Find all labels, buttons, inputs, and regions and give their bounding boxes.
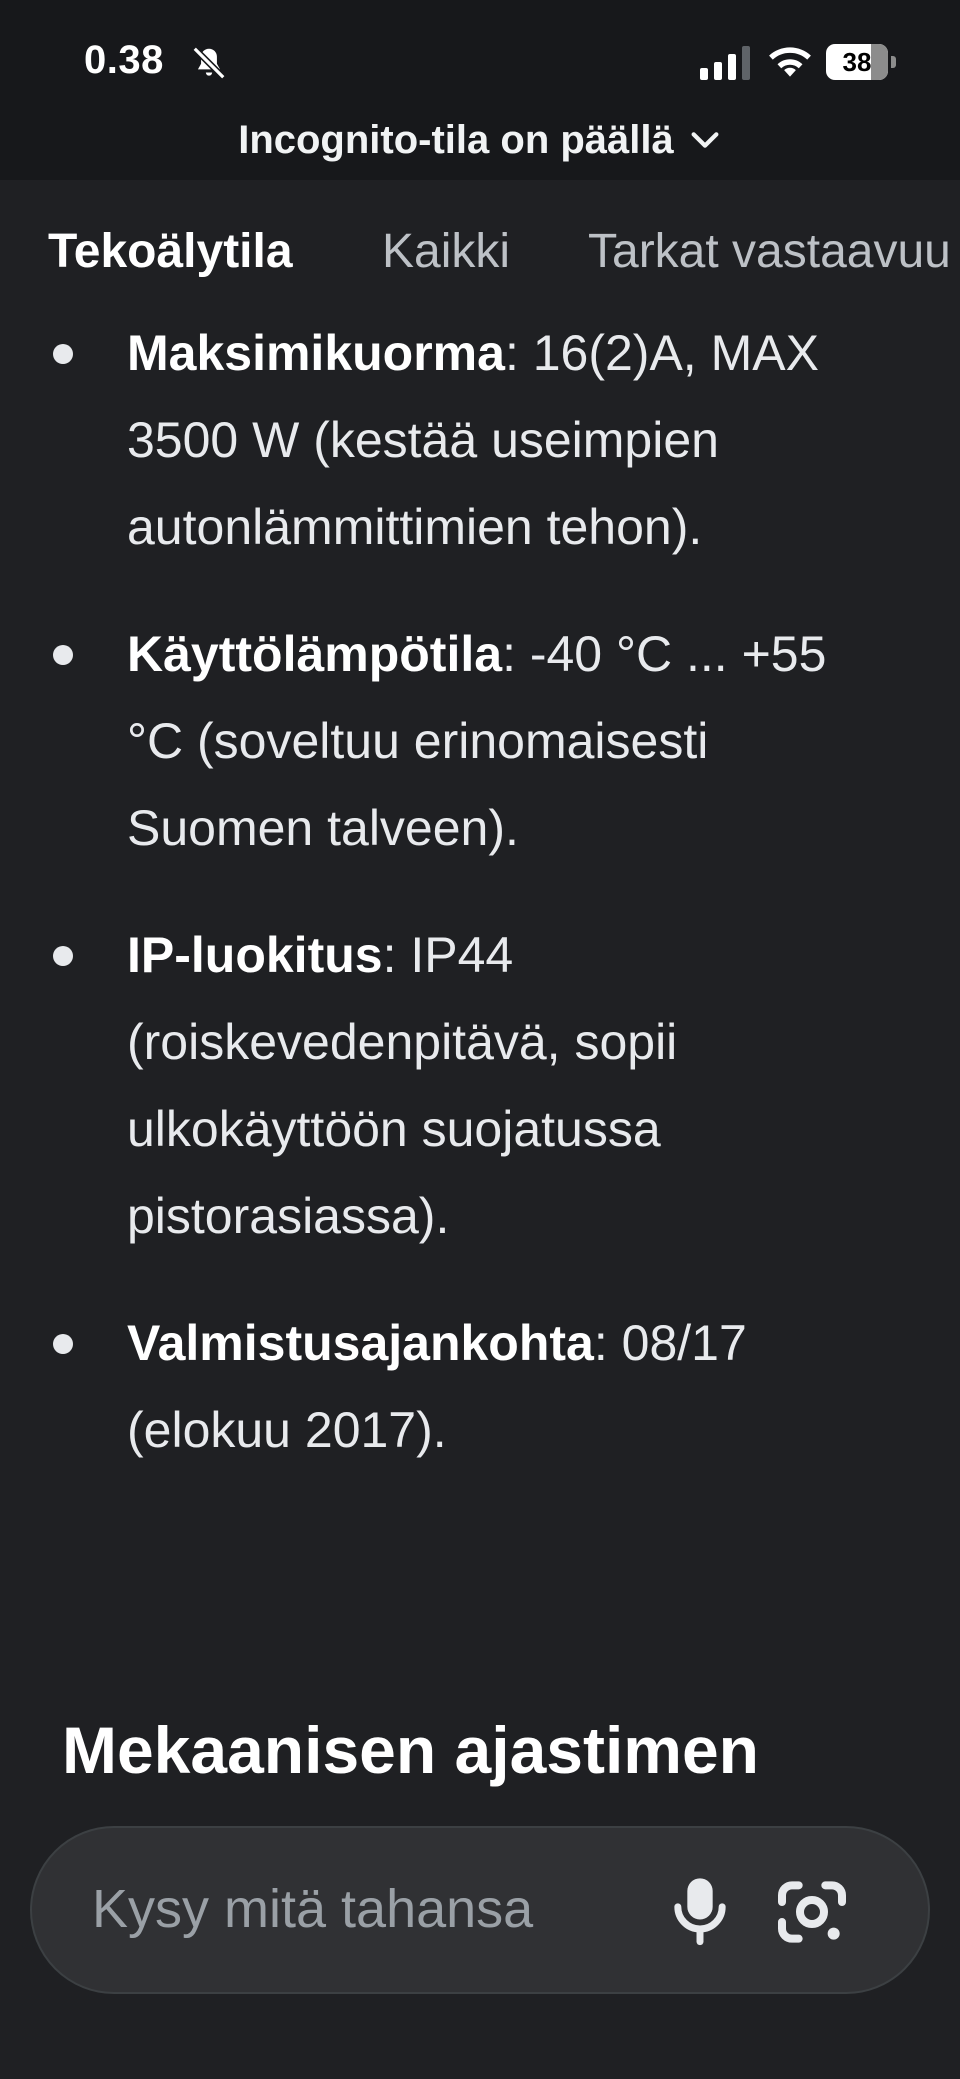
ask-anything-input[interactable]: Kysy mitä tahansa	[30, 1826, 930, 1994]
search-placeholder: Kysy mitä tahansa	[92, 1879, 534, 1939]
wifi-icon	[769, 47, 811, 77]
status-time: 0.38	[84, 38, 164, 82]
list-item-ip-rating: IP-luokitus: IP44 (roiskevedenpitävä, so…	[53, 912, 867, 1260]
chevron-down-icon	[691, 132, 719, 148]
list-item-max-load: Maksimikuorma: 16(2)A, MAX 3500 W (kestä…	[53, 310, 867, 571]
list-item-term: Käyttölämpötila	[127, 626, 503, 682]
signal-icon	[700, 46, 750, 80]
section-heading: Mekaanisen ajastimen	[62, 1713, 759, 1787]
list-item-operating-temp: Käyttölämpötila: -40 °C ... +55 °C (sove…	[53, 611, 867, 872]
bell-off-icon	[192, 46, 226, 80]
list-item-term: Maksimikuorma	[127, 325, 505, 381]
incognito-label: Incognito-tila on päällä	[238, 118, 674, 162]
search-mode-tabs: Tekoälytila Kaikki Tarkat vastaavuu	[0, 200, 960, 310]
tab-exact-matches[interactable]: Tarkat vastaavuu	[588, 224, 951, 279]
list-item-term: IP-luokitus	[127, 927, 383, 983]
tab-ai-mode[interactable]: Tekoälytila	[48, 224, 293, 279]
tab-all[interactable]: Kaikki	[382, 224, 510, 279]
top-bar: 0.38 38 Incognito-tila on päällä	[0, 0, 960, 180]
battery-level: 38	[842, 47, 872, 77]
list-item-manufacture-date: Valmistusajankohta: 08/17 (elokuu 2017).	[53, 1300, 867, 1474]
battery-icon: 38	[826, 44, 898, 80]
google-lens-icon[interactable]	[772, 1872, 852, 1952]
ai-answer-content: Maksimikuorma: 16(2)A, MAX 3500 W (kestä…	[0, 310, 960, 1514]
list-item-term: Valmistusajankohta	[127, 1315, 594, 1371]
microphone-icon[interactable]	[662, 1872, 738, 1948]
incognito-toggle[interactable]: Incognito-tila on päällä	[0, 118, 960, 163]
